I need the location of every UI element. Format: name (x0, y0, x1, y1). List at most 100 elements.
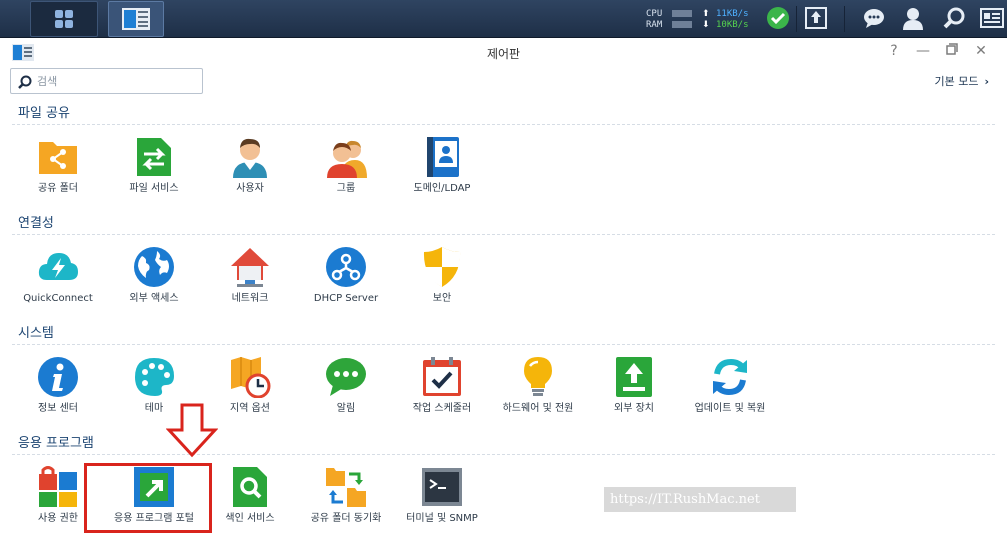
domain-ldap-label: 도메인/LDAP (413, 183, 471, 194)
quickconnect-item[interactable]: QuickConnect (10, 246, 106, 322)
external-devices-item[interactable]: 외부 장치 (586, 356, 682, 432)
maximize-button[interactable] (943, 43, 961, 59)
notification-chat-icon[interactable] (862, 6, 888, 32)
user-options-icon[interactable] (901, 6, 927, 32)
notification-icon (325, 356, 367, 398)
download-speed: 10KB/s (716, 20, 749, 30)
notification-label: 알림 (336, 403, 356, 414)
control-panel-icon (122, 8, 150, 30)
basic-mode-link[interactable]: 기본 모드 › (934, 73, 989, 89)
search-input[interactable] (37, 73, 197, 89)
upload-queue-icon[interactable] (804, 6, 830, 32)
search-icon (18, 74, 32, 93)
section-title-connectivity: 연결성 (18, 216, 54, 231)
domain-ldap-item[interactable]: 도메인/LDAP (394, 136, 490, 212)
control-panel-taskbar-button[interactable] (108, 1, 164, 37)
group-icon (325, 136, 367, 178)
section-divider (12, 454, 995, 455)
external-access-icon (133, 246, 175, 288)
close-button[interactable]: ✕ (972, 43, 990, 59)
watermark: https://IT.RushMac.net (604, 487, 796, 512)
user-label: 사용자 (236, 183, 264, 194)
cpu-label: CPU (646, 9, 663, 19)
section-divider (12, 124, 995, 125)
update-restore-label: 업데이트 및 복원 (694, 403, 766, 414)
regional-options-icon (229, 356, 271, 398)
indexing-service-label: 색인 서비스 (225, 513, 275, 524)
terminal-snmp-label: 터미널 및 SNMP (406, 513, 478, 524)
task-scheduler-icon (421, 356, 463, 398)
domain-ldap-icon (421, 136, 463, 178)
info-center-label: 정보 센터 (38, 403, 78, 414)
info-center-item[interactable]: 정보 센터 (10, 356, 106, 432)
dhcp-server-item[interactable]: DHCP Server (298, 246, 394, 322)
external-devices-label: 외부 장치 (614, 403, 654, 414)
external-devices-icon (613, 356, 655, 398)
upload-arrow-icon: ⬆ (702, 9, 710, 19)
shared-folder-sync-label: 공유 폴더 동기화 (310, 513, 382, 524)
privileges-icon (37, 466, 79, 508)
notification-item[interactable]: 알림 (298, 356, 394, 432)
external-access-label: 외부 액세스 (129, 293, 179, 304)
shared-folder-label: 공유 폴더 (38, 183, 78, 194)
maximize-icon (946, 43, 958, 55)
hardware-power-icon (517, 356, 559, 398)
group-label: 그룹 (336, 183, 356, 194)
window-title-bar[interactable]: 제어판 ? — ✕ (0, 39, 1007, 66)
help-button[interactable]: ? (885, 43, 903, 59)
info-center-icon (37, 356, 79, 398)
section-title-system: 시스템 (18, 326, 54, 341)
chevron-right-icon: › (984, 75, 989, 88)
dhcp-server-label: DHCP Server (313, 293, 379, 304)
user-icon (229, 136, 271, 178)
system-health-icon[interactable] (766, 6, 792, 32)
search-field[interactable] (10, 68, 203, 94)
network-item[interactable]: 네트워크 (202, 246, 298, 322)
basic-mode-label: 기본 모드 (934, 75, 979, 88)
shared-folder-item[interactable]: 공유 폴더 (10, 136, 106, 212)
file-services-item[interactable]: 파일 서비스 (106, 136, 202, 212)
shared-folder-sync-icon (325, 466, 367, 508)
taskbar: CPU RAM ⬆ 11KB/s ⬇ 10KB/s (0, 0, 1007, 38)
user-item[interactable]: 사용자 (202, 136, 298, 212)
terminal-snmp-item[interactable]: 터미널 및 SNMP (394, 466, 490, 533)
quickconnect-icon (37, 246, 79, 288)
terminal-snmp-icon (421, 466, 463, 508)
network-label: 네트워크 (231, 293, 269, 304)
network-icon (229, 246, 271, 288)
widgets-icon[interactable] (980, 6, 1006, 32)
group-item[interactable]: 그룹 (298, 136, 394, 212)
file-services-label: 파일 서비스 (129, 183, 179, 194)
minimize-button[interactable]: — (914, 43, 932, 59)
update-restore-icon (709, 356, 751, 398)
task-scheduler-item[interactable]: 작업 스케줄러 (394, 356, 490, 432)
section-title-file-sharing: 파일 공유 (18, 106, 70, 121)
download-arrow-icon: ⬇ (702, 20, 710, 30)
shared-folder-icon (37, 136, 79, 178)
update-restore-item[interactable]: 업데이트 및 복원 (682, 356, 778, 432)
theme-icon (133, 356, 175, 398)
main-menu-button[interactable] (30, 1, 98, 37)
section-divider (12, 344, 995, 345)
quickconnect-label: QuickConnect (23, 293, 93, 304)
search-icon[interactable] (942, 6, 968, 32)
section-divider (12, 234, 995, 235)
annotation-down-arrow-icon (166, 403, 218, 458)
security-item[interactable]: 보안 (394, 246, 490, 322)
ram-label: RAM (646, 20, 663, 30)
annotation-highlight-box (84, 463, 212, 533)
security-label: 보안 (432, 293, 452, 304)
external-access-item[interactable]: 외부 액세스 (106, 246, 202, 322)
indexing-service-icon (229, 466, 271, 508)
section-title-applications: 응용 프로그램 (18, 436, 94, 451)
hardware-power-label: 하드웨어 및 전원 (502, 403, 574, 414)
dhcp-server-icon (325, 246, 367, 288)
indexing-service-item[interactable]: 색인 서비스 (202, 466, 298, 533)
upload-speed: 11KB/s (716, 9, 749, 19)
tray-divider (796, 6, 797, 32)
shared-folder-sync-item[interactable]: 공유 폴더 동기화 (298, 466, 394, 533)
resource-monitor-widget[interactable]: CPU RAM ⬆ 11KB/s ⬇ 10KB/s (646, 7, 761, 31)
hardware-power-item[interactable]: 하드웨어 및 전원 (490, 356, 586, 432)
file-services-icon (133, 136, 175, 178)
tray-divider (844, 6, 845, 32)
